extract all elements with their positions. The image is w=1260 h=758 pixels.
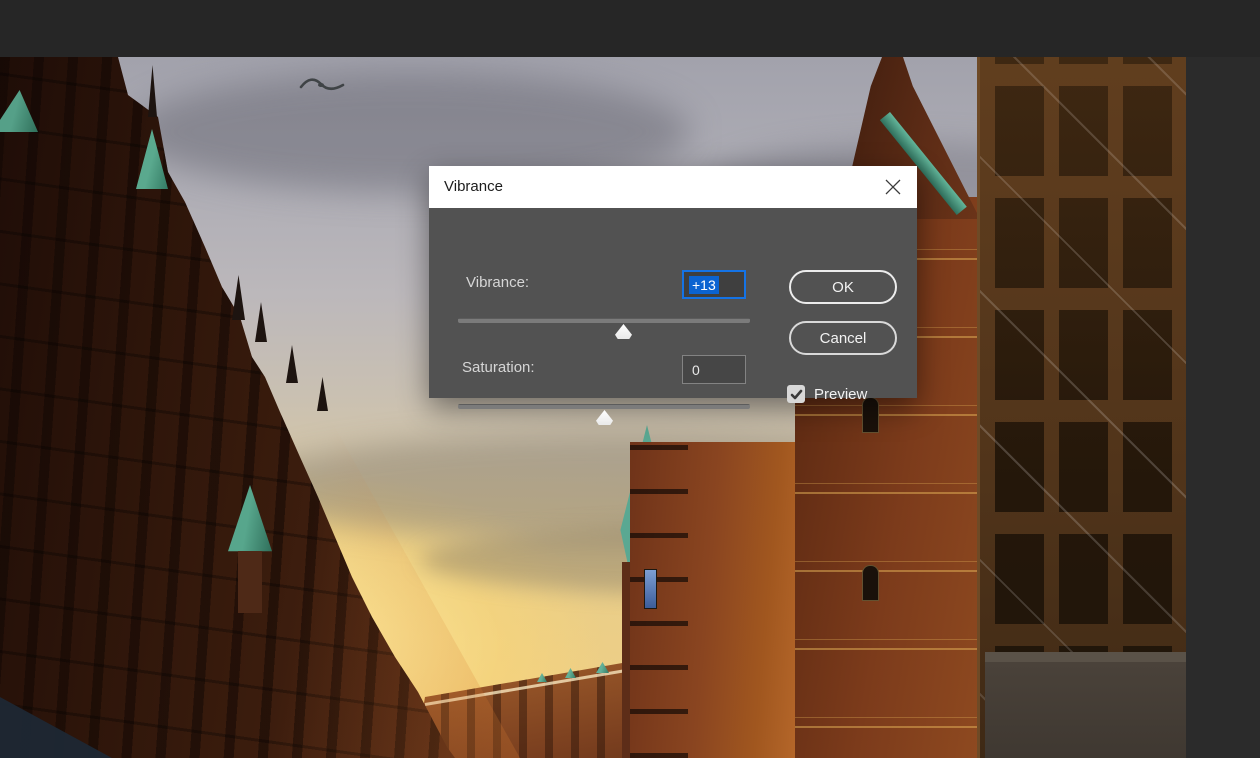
vibrance-dialog: Vibrance Vibrance: +13 Saturation: 0 OK …	[429, 166, 917, 398]
workspace-top-bar	[0, 0, 1260, 57]
preview-checkbox[interactable]	[787, 385, 805, 403]
workspace-side-background	[1186, 57, 1260, 758]
lit-blue-window	[644, 569, 657, 609]
arched-window	[862, 565, 879, 601]
close-icon[interactable]	[884, 178, 902, 196]
dialog-body: Vibrance: +13 Saturation: 0 OK Cancel Pr…	[429, 208, 917, 398]
vibrance-input[interactable]: +13	[682, 270, 746, 299]
dialog-titlebar[interactable]: Vibrance	[429, 166, 917, 208]
photoshop-workspace: Vibrance Vibrance: +13 Saturation: 0 OK …	[0, 0, 1260, 758]
iron-balconies	[630, 442, 688, 758]
vibrance-slider-track[interactable]	[458, 318, 750, 323]
saturation-label: Saturation:	[462, 359, 535, 376]
cancel-button[interactable]: Cancel	[789, 321, 897, 355]
right-facade-base	[985, 652, 1186, 758]
check-icon	[790, 388, 803, 401]
saturation-slider-track[interactable]	[458, 404, 750, 409]
ok-button[interactable]: OK	[789, 270, 897, 304]
vibrance-value-selected: +13	[689, 276, 719, 294]
vibrance-label: Vibrance:	[466, 274, 529, 291]
saturation-input[interactable]: 0	[682, 355, 746, 384]
dialog-title: Vibrance	[444, 178, 503, 195]
saturation-value: 0	[692, 362, 700, 378]
preview-label: Preview	[814, 386, 867, 403]
seagull-silhouette	[298, 71, 346, 101]
vibrance-slider-thumb[interactable]	[615, 324, 632, 339]
